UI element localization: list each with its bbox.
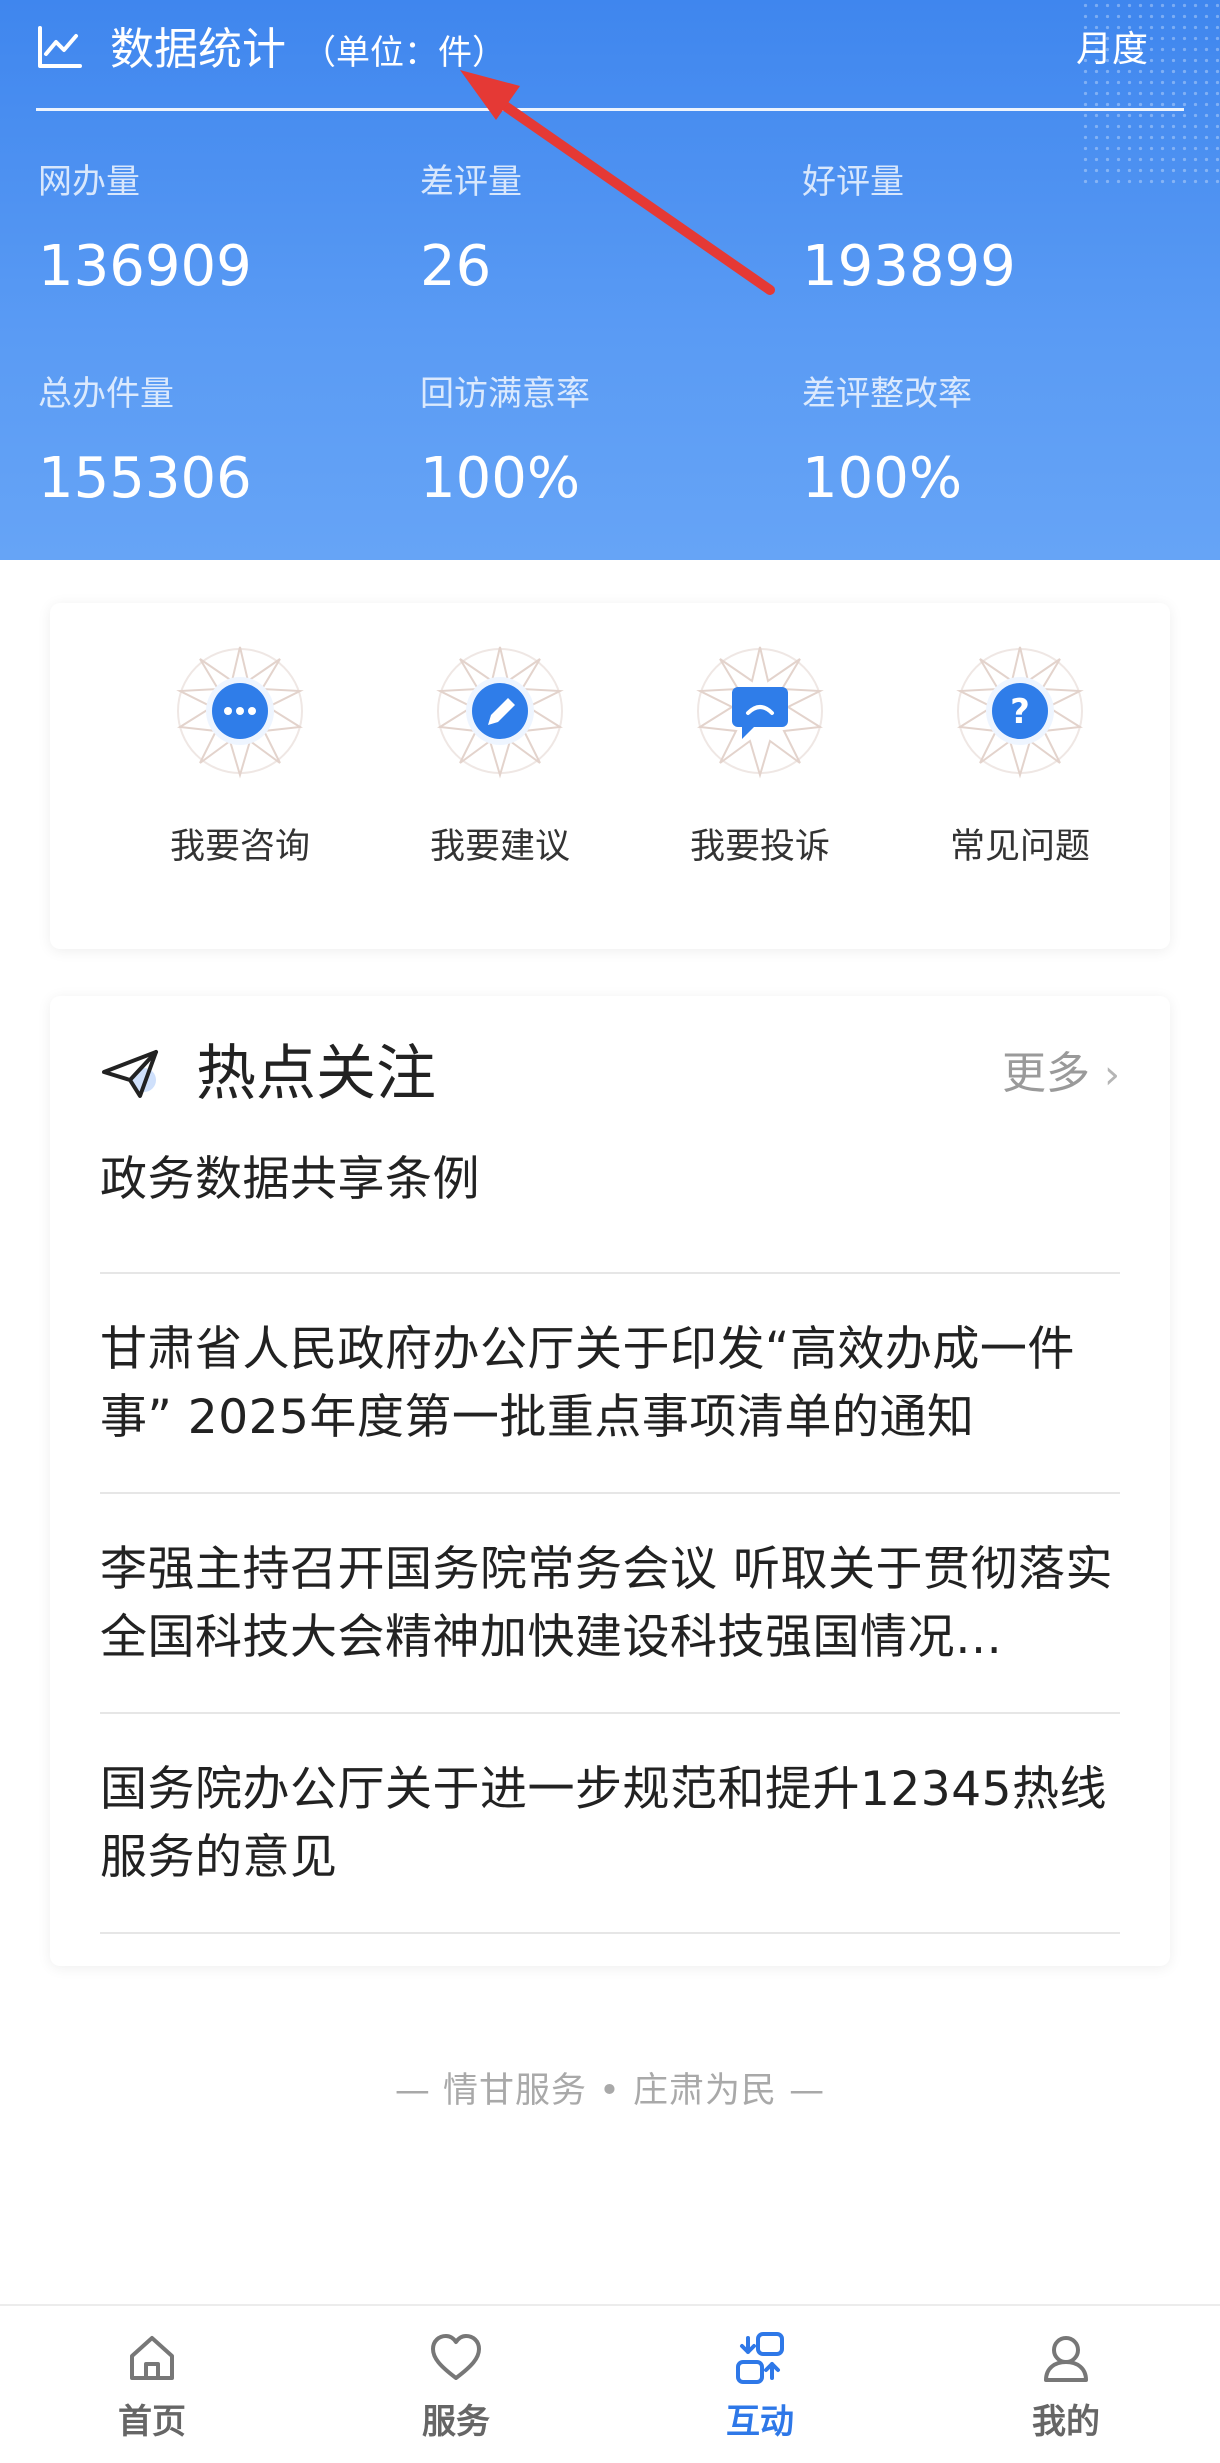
tab-label: 服务 (422, 2402, 490, 2442)
metric-value: 193899 (802, 234, 1016, 299)
complaint-icon (696, 646, 824, 779)
action-label: 常见问题 (949, 827, 1090, 867)
stats-header: 数据统计 （单位：件） 月度 (36, 16, 1184, 92)
metric-label: 回访满意率 (420, 374, 590, 414)
quick-actions-card: 我要咨询 我要建议 我要投诉 ? 常见问题 (50, 603, 1170, 949)
faq-badge: ? (950, 641, 1090, 781)
metric-online-count: 网办量 136909 (38, 160, 398, 302)
metric-label: 差评整改率 (802, 374, 972, 414)
stats-title: 数据统计 （单位：件） (110, 22, 506, 81)
metric-value: 26 (420, 234, 492, 299)
period-selector[interactable]: 月度 (1076, 22, 1148, 78)
paper-plane-icon (102, 1050, 158, 1098)
stats-unit: （单位：件） (302, 33, 506, 73)
action-complain[interactable]: 我要投诉 (630, 641, 890, 901)
user-icon (1044, 2336, 1088, 2382)
action-faq[interactable]: ? 常见问题 (890, 641, 1150, 901)
tab-home[interactable]: 首页 (52, 2330, 252, 2444)
question-icon: ? (956, 646, 1084, 779)
more-link[interactable]: 更多 › (1002, 1048, 1120, 1100)
metric-value: 100% (420, 446, 581, 511)
metric-label: 网办量 (38, 162, 140, 202)
news-item[interactable]: 甘肃省人民政府办公厅关于印发“高效办成一件事” 2025年度第一批重点事项清单的… (100, 1274, 1120, 1494)
metric-rectification-rate: 差评整改率 100% (802, 372, 1162, 514)
slogan: — 情甘服务 • 庄肃为民 — (394, 2071, 826, 2111)
consult-badge (170, 641, 310, 781)
action-label: 我要投诉 (689, 827, 830, 867)
stats-panel: 数据统计 （单位：件） 月度 网办量 136909 差评量 26 好评量 1938… (0, 0, 1220, 560)
action-label: 我要咨询 (169, 827, 310, 867)
tab-label: 首页 (118, 2402, 186, 2442)
home-icon (130, 2336, 174, 2380)
complain-badge (690, 641, 830, 781)
metric-good-review-count: 好评量 193899 (802, 160, 1162, 302)
stats-title-text: 数据统计 (110, 24, 286, 75)
tab-service[interactable]: 服务 (356, 2330, 556, 2444)
metric-total-count: 总办件量 155306 (38, 372, 398, 514)
metric-value: 136909 (38, 234, 252, 299)
news-item[interactable]: 李强主持召开国务院常务会议 听取关于贯彻落实全国科技大会精神加快建设科技强国情况… (100, 1494, 1120, 1714)
tab-mine[interactable]: 我的 (966, 2330, 1166, 2444)
line-chart-icon (38, 26, 82, 68)
chevron-right-icon: › (1104, 1052, 1120, 1098)
hot-topics-header: 热点关注 更多 › (100, 1034, 1120, 1114)
pencil-icon (436, 646, 564, 779)
heart-icon (431, 2334, 481, 2380)
metric-bad-review-count: 差评量 26 (420, 160, 780, 302)
bottom-tabbar: 首页 服务 互动 我的 (0, 2304, 1220, 2463)
news-title: 政务数据共享条例 (100, 1152, 480, 1207)
news-title: 李强主持召开国务院常务会议 听取关于贯彻落实全国科技大会精神加快建设科技强国情况… (100, 1542, 1113, 1665)
metric-value: 155306 (38, 446, 252, 511)
tab-interaction[interactable]: 互动 (660, 2330, 860, 2444)
action-label: 我要建议 (429, 827, 570, 867)
interaction-icon (736, 2332, 784, 2384)
metric-satisfaction-rate: 回访满意率 100% (420, 372, 780, 514)
metric-label: 好评量 (802, 162, 904, 202)
suggest-badge (430, 641, 570, 781)
news-title: 国务院办公厅关于进一步规范和提升12345热线服务的意见 (100, 1762, 1108, 1885)
metric-label: 差评量 (420, 162, 522, 202)
more-label: 更多 (1002, 1048, 1090, 1099)
news-title: 甘肃省人民政府办公厅关于印发“高效办成一件事” 2025年度第一批重点事项清单的… (100, 1322, 1075, 1445)
news-item[interactable]: 国务院办公厅关于进一步规范和提升12345热线服务的意见 (100, 1714, 1120, 1934)
action-suggest[interactable]: 我要建议 (370, 641, 630, 901)
news-item[interactable]: 政务数据共享条例 (100, 1124, 1120, 1274)
chat-bubble-icon (176, 646, 304, 779)
hot-topics-card: 热点关注 更多 › 政务数据共享条例 甘肃省人民政府办公厅关于印发“高效办成一件事… (50, 996, 1170, 1966)
stats-divider (36, 108, 1184, 111)
tab-label: 互动 (726, 2402, 794, 2442)
tab-label: 我的 (1032, 2402, 1100, 2442)
metric-value: 100% (802, 446, 963, 511)
hot-topics-title: 热点关注 (196, 1039, 436, 1109)
metric-label: 总办件量 (38, 374, 174, 414)
action-consult[interactable]: 我要咨询 (110, 641, 370, 901)
svg-text:?: ? (1010, 692, 1030, 732)
